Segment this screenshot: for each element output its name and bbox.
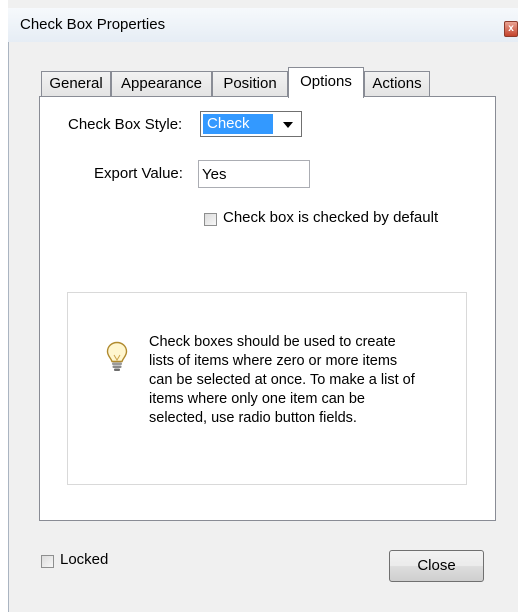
title-bar[interactable]: Check Box Properties x (8, 8, 518, 42)
check-box-properties-dialog: Check Box Properties x General Appearanc… (0, 0, 518, 612)
dialog-client-area: General Appearance Position Options Acti… (8, 42, 518, 612)
options-panel: Check Box Style: Check Export Value: Che… (39, 96, 496, 521)
close-button[interactable]: Close (389, 550, 484, 582)
tab-general[interactable]: General (41, 71, 111, 97)
check-box-style-label: Check Box Style: (68, 116, 183, 133)
window-frame-edge (0, 0, 8, 612)
chevron-down-icon[interactable] (283, 122, 293, 128)
tab-position[interactable]: Position (212, 71, 288, 97)
export-value-label: Export Value: (94, 165, 183, 182)
close-icon[interactable]: x (504, 21, 518, 37)
check-box-style-select[interactable]: Check (200, 111, 302, 137)
export-value-input[interactable] (198, 160, 310, 188)
tab-options[interactable]: Options (288, 67, 364, 98)
tab-actions[interactable]: Actions (364, 71, 430, 97)
tab-appearance[interactable]: Appearance (111, 71, 212, 97)
lightbulb-icon (106, 341, 128, 371)
checked-by-default-checkbox[interactable] (204, 213, 217, 226)
window-title: Check Box Properties (20, 16, 166, 33)
check-box-style-value: Check (203, 114, 273, 134)
info-text: Check boxes should be used to create lis… (149, 334, 415, 426)
info-box: Check boxes should be used to create lis… (67, 292, 467, 485)
locked-checkbox[interactable] (41, 555, 54, 568)
checked-by-default-label[interactable]: Check box is checked by default (223, 209, 438, 226)
locked-label[interactable]: Locked (60, 551, 108, 568)
